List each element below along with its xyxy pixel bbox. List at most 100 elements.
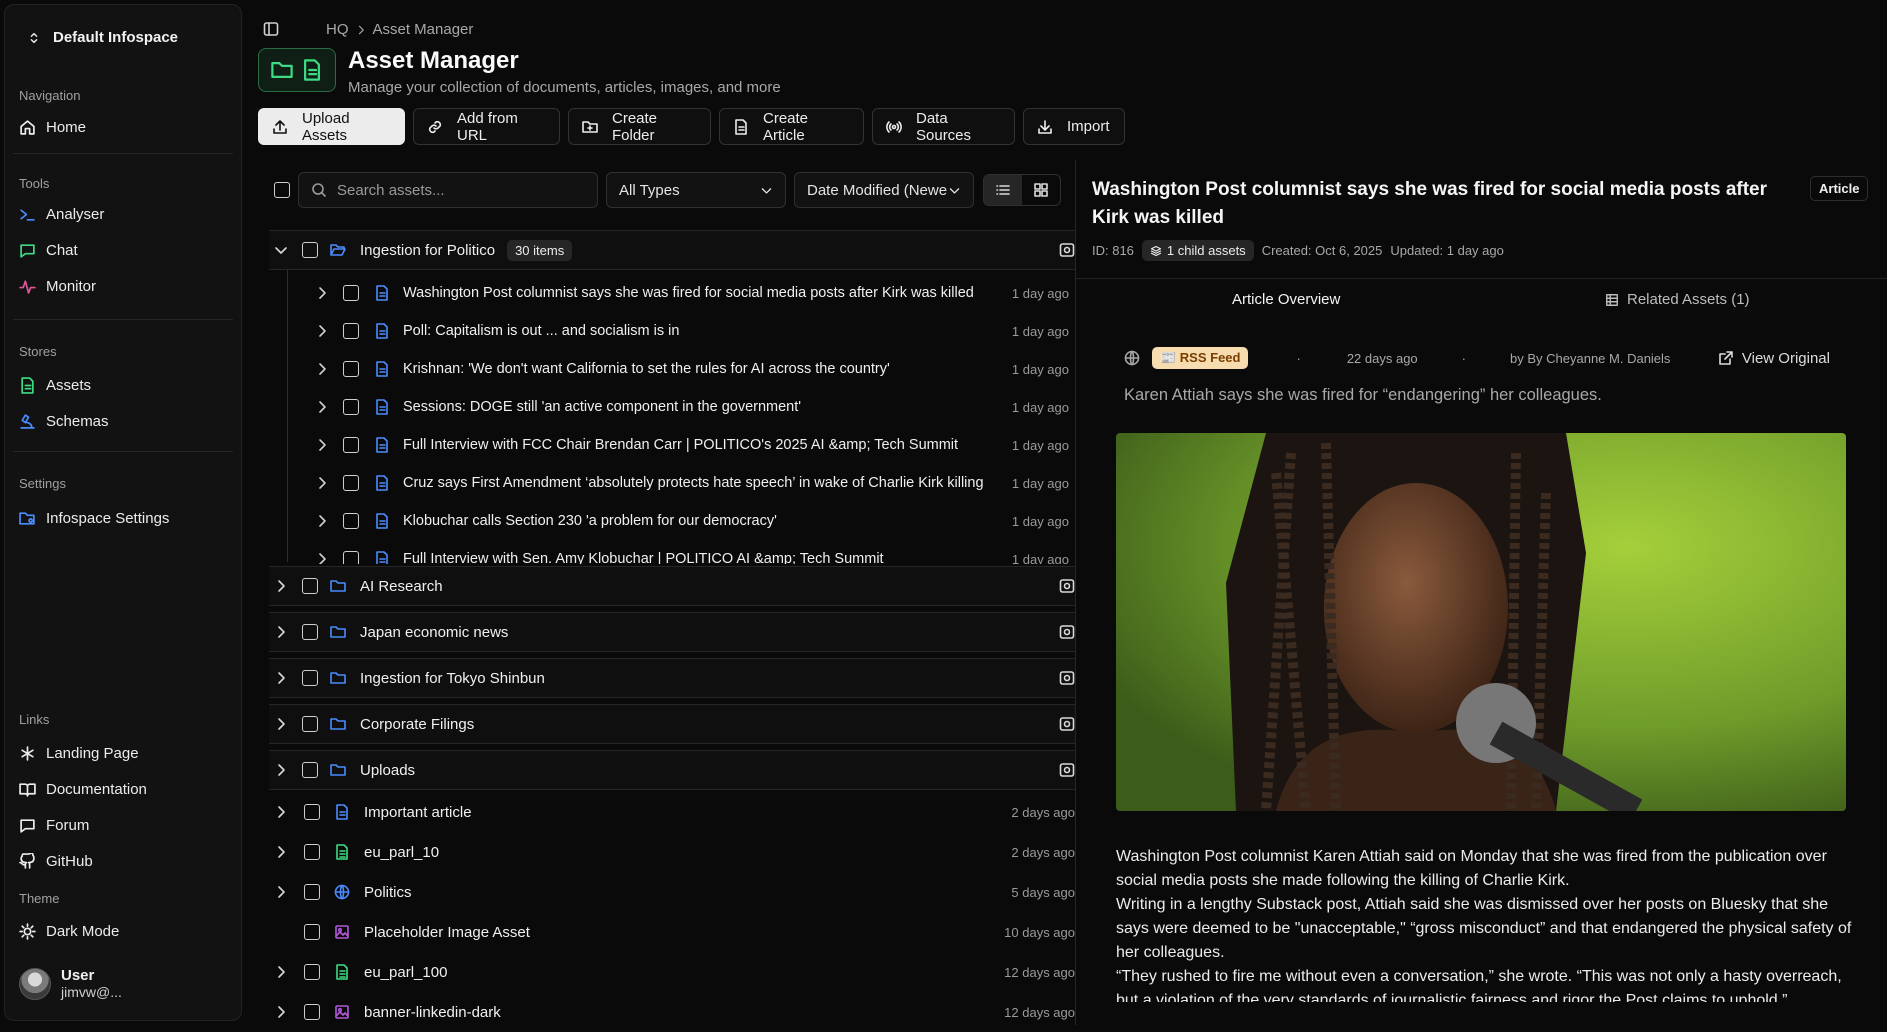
asset-row[interactable]: Washington Post columnist says she was f… [287, 274, 1073, 312]
chevron-right-icon[interactable] [273, 884, 289, 900]
data-sources-button[interactable]: Data Sources [872, 108, 1015, 145]
theme-toggle[interactable]: Dark Mode [19, 923, 119, 940]
row-checkbox[interactable] [343, 285, 359, 301]
chevron-down-icon[interactable] [273, 242, 289, 258]
tab-article-overview[interactable]: Article Overview [1232, 291, 1340, 308]
sidebar-item-chat[interactable]: Chat [19, 242, 78, 259]
add-from-url-button[interactable]: Add from URL [413, 108, 560, 145]
chevron-right-icon[interactable] [314, 399, 330, 415]
chip-label: 1 child assets [1166, 243, 1246, 258]
chevron-right-icon[interactable] [273, 964, 289, 980]
asset-row[interactable]: banner-linkedin-dark 12 days ago [269, 992, 1075, 1032]
row-checkbox[interactable] [304, 884, 320, 900]
eye-icon[interactable] [1059, 242, 1075, 258]
row-checkbox[interactable] [343, 475, 359, 491]
folder-row[interactable]: Ingestion for Tokyo Shinbun [269, 658, 1075, 698]
sidebar-toggle[interactable] [263, 21, 279, 37]
asset-row[interactable]: Klobuchar calls Section 230 'a problem f… [287, 502, 1073, 540]
chevron-right-icon[interactable] [273, 578, 289, 594]
row-checkbox[interactable] [302, 578, 318, 594]
folder-row[interactable]: Corporate Filings [269, 704, 1075, 744]
chevron-right-icon[interactable] [314, 361, 330, 377]
row-checkbox[interactable] [343, 513, 359, 529]
row-checkbox[interactable] [302, 624, 318, 640]
row-checkbox[interactable] [302, 762, 318, 778]
sidebar-item-forum[interactable]: Forum [19, 817, 89, 834]
chevron-right-icon[interactable] [273, 624, 289, 640]
view-original-link[interactable]: View Original [1718, 350, 1830, 367]
row-checkbox[interactable] [302, 670, 318, 686]
chevron-right-icon[interactable] [273, 1004, 289, 1020]
sidebar-item-monitor[interactable]: Monitor [19, 278, 96, 295]
row-checkbox[interactable] [304, 924, 320, 940]
row-checkbox[interactable] [343, 551, 359, 564]
upload-assets-button[interactable]: Upload Assets [258, 108, 405, 145]
eye-icon[interactable] [1059, 624, 1075, 640]
sidebar-item-github[interactable]: GitHub [19, 853, 93, 870]
user-menu[interactable]: User jimvw@... [19, 967, 122, 1001]
child-assets-chip[interactable]: 1 child assets [1141, 240, 1254, 261]
row-checkbox[interactable] [304, 964, 320, 980]
chevron-right-icon[interactable] [273, 844, 289, 860]
breadcrumb-hq[interactable]: HQ [326, 21, 349, 38]
sidebar-item-landing[interactable]: Landing Page [19, 745, 139, 762]
folder-row[interactable]: Uploads [269, 750, 1075, 790]
folder-row[interactable]: Japan economic news [269, 612, 1075, 652]
chevron-right-icon[interactable] [273, 804, 289, 820]
asset-row[interactable]: eu_parl_100 12 days ago [269, 952, 1075, 992]
chevron-right-icon[interactable] [314, 437, 330, 453]
divider [13, 451, 233, 452]
create-folder-button[interactable]: Create Folder [568, 108, 711, 145]
row-checkbox[interactable] [343, 399, 359, 415]
asset-row[interactable]: Placeholder Image Asset 10 days ago [269, 912, 1075, 952]
row-checkbox[interactable] [343, 361, 359, 377]
tab-related-assets[interactable]: Related Assets (1) [1605, 291, 1750, 308]
search-input[interactable]: Search assets... [298, 172, 598, 208]
list-view-button[interactable] [984, 175, 1022, 205]
sidebar-item-documentation[interactable]: Documentation [19, 781, 147, 798]
eye-icon[interactable] [1059, 716, 1075, 732]
body-paragraph: Writing in a lengthy Substack post, Atti… [1116, 896, 1852, 961]
asset-row[interactable]: Full Interview with Sen. Amy Klobuchar |… [287, 540, 1073, 564]
workspace-switcher[interactable]: Default Infospace [27, 29, 178, 46]
chevron-right-icon[interactable] [273, 670, 289, 686]
chevron-right-icon[interactable] [314, 513, 330, 529]
asset-row[interactable]: Full Interview with FCC Chair Brendan Ca… [287, 426, 1073, 464]
sidebar-item-assets[interactable]: Assets [19, 377, 91, 394]
asset-row[interactable]: Krishnan: 'We don't want California to s… [287, 350, 1073, 388]
sort-select[interactable]: Date Modified (Newest) [794, 172, 974, 208]
import-button[interactable]: Import [1023, 108, 1125, 145]
row-checkbox[interactable] [343, 437, 359, 453]
chevron-right-icon[interactable] [314, 551, 330, 564]
sidebar-item-analyser[interactable]: Analyser [19, 206, 104, 223]
sidebar-item-schemas[interactable]: Schemas [19, 413, 109, 430]
folder-row[interactable]: AI Research [269, 566, 1075, 606]
asset-row[interactable]: Sessions: DOGE still 'an active componen… [287, 388, 1073, 426]
chevron-right-icon[interactable] [314, 475, 330, 491]
chevron-right-icon[interactable] [273, 762, 289, 778]
eye-icon[interactable] [1059, 578, 1075, 594]
row-checkbox[interactable] [304, 844, 320, 860]
row-checkbox[interactable] [304, 804, 320, 820]
chevron-right-icon[interactable] [273, 716, 289, 732]
sidebar-item-infospace-settings[interactable]: Infospace Settings [19, 510, 169, 527]
create-article-button[interactable]: Create Article [719, 108, 864, 145]
sidebar-item-home[interactable]: Home [19, 119, 86, 136]
folder-row-open[interactable]: Ingestion for Politico 30 items [269, 230, 1075, 270]
asset-row[interactable]: Important article 2 days ago [269, 792, 1075, 832]
row-checkbox[interactable] [343, 323, 359, 339]
row-checkbox[interactable] [302, 716, 318, 732]
grid-view-button[interactable] [1022, 175, 1060, 205]
asset-row[interactable]: eu_parl_10 2 days ago [269, 832, 1075, 872]
eye-icon[interactable] [1059, 670, 1075, 686]
row-checkbox[interactable] [304, 1004, 320, 1020]
chevron-right-icon[interactable] [314, 323, 330, 339]
select-all-checkbox[interactable] [274, 182, 290, 198]
asset-row[interactable]: Politics 5 days ago [269, 872, 1075, 912]
asset-row[interactable]: Poll: Capitalism is out ... and socialis… [287, 312, 1073, 350]
row-checkbox[interactable] [302, 242, 318, 258]
eye-icon[interactable] [1059, 762, 1075, 778]
chevron-right-icon[interactable] [314, 285, 330, 301]
type-filter-select[interactable]: All Types [606, 172, 786, 208]
asset-row[interactable]: Cruz says First Amendment ‘absolutely pr… [287, 464, 1073, 502]
